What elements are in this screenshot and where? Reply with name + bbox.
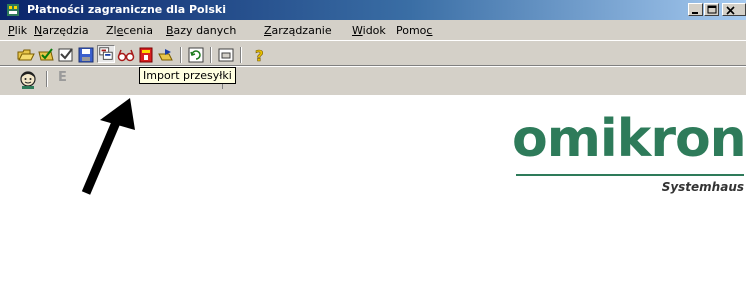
- import-button[interactable]: [97, 45, 115, 63]
- title-bar: Płatności zagraniczne dla Polski: [0, 0, 746, 20]
- menu-zarzadzanie[interactable]: Zarządzanie: [264, 24, 332, 37]
- maximize-icon: [707, 5, 717, 14]
- menu-pomoc[interactable]: Pomoc: [396, 24, 432, 37]
- menu-widok[interactable]: Widok: [352, 24, 386, 37]
- window-icon: [218, 48, 234, 62]
- logo-underline: [516, 174, 744, 176]
- toolbar-separator: [240, 47, 242, 63]
- menu-bazy-danych[interactable]: Bazy danych: [166, 24, 236, 37]
- close-button[interactable]: [722, 3, 746, 16]
- user-face-icon[interactable]: [18, 70, 38, 90]
- save-icon: [78, 47, 94, 63]
- checklist-button[interactable]: [37, 46, 55, 64]
- folder-open-icon: [17, 49, 35, 61]
- menu-zlecenia[interactable]: Zlecenia: [106, 24, 153, 37]
- toolbar-separator: [180, 47, 182, 63]
- toolbar-separator: [46, 71, 48, 87]
- menu-plik[interactable]: Plik: [8, 24, 27, 37]
- tooltip: Import przesyłki: [139, 67, 236, 84]
- search-glasses-button[interactable]: [117, 46, 135, 64]
- toolbar-divider: [0, 65, 746, 67]
- menu-narzedzia[interactable]: Narzędzia: [34, 24, 89, 37]
- menu-bar: Plik Narzędzia Zlecenia Bazy danych Zarz…: [0, 20, 746, 40]
- folder-open-button[interactable]: [17, 46, 35, 64]
- help-button[interactable]: ?: [251, 46, 269, 64]
- export-button[interactable]: [157, 46, 175, 64]
- toolbar-separator: [210, 47, 212, 63]
- close-icon: [726, 6, 735, 15]
- pointer-arrow: [81, 98, 135, 195]
- app-window: Płatności zagraniczne dla Polski Plik Na…: [0, 0, 746, 307]
- verify-icon: [58, 48, 73, 62]
- toolbar-letter-button[interactable]: E: [58, 70, 67, 85]
- app-icon: [7, 4, 19, 16]
- save-button[interactable]: [77, 46, 95, 64]
- minimize-button[interactable]: [688, 3, 703, 16]
- toolbar-row-2: E: [0, 68, 746, 93]
- export-icon: [158, 49, 173, 61]
- refresh-icon: [188, 47, 204, 63]
- book-icon: [139, 47, 153, 63]
- svg-text:?: ?: [255, 47, 264, 64]
- logo-subtitle: Systemhaus: [661, 180, 744, 194]
- refresh-button[interactable]: [187, 46, 205, 64]
- minimize-icon: [692, 12, 698, 14]
- search-glasses-icon: [117, 49, 135, 62]
- help-icon: ?: [255, 47, 264, 64]
- maximize-button[interactable]: [704, 3, 719, 16]
- book-button[interactable]: [137, 46, 155, 64]
- window-title: Płatności zagraniczne dla Polski: [27, 3, 226, 16]
- verify-button[interactable]: [57, 46, 75, 64]
- toolbar: ? E: [0, 40, 746, 95]
- company-logo: omikron Systemhaus: [512, 108, 746, 203]
- import-icon: [99, 47, 113, 60]
- window-button[interactable]: [217, 46, 235, 64]
- checklist-icon: [38, 48, 54, 61]
- logo-wordmark: omikron: [512, 109, 746, 169]
